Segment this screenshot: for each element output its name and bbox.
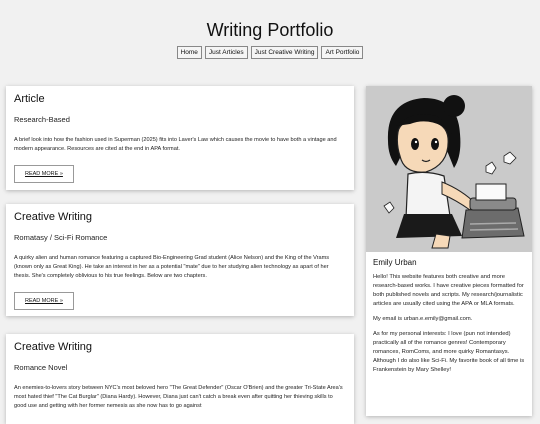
post-summary: An enemies-to-lovers story between NYC's… bbox=[14, 385, 343, 409]
about-text: Hello! This website features both creati… bbox=[373, 273, 525, 375]
post-title: Creative Writing bbox=[14, 211, 93, 223]
about-paragraph: Hello! This website features both creati… bbox=[373, 274, 524, 307]
author-illustration bbox=[366, 86, 532, 252]
read-more-button[interactable]: READ MORE » bbox=[14, 165, 74, 183]
post-summary: A quirky alien and human romance featuri… bbox=[14, 255, 330, 279]
top-nav: Home Just Articles Just Creative Writing… bbox=[0, 46, 540, 59]
post-card: Creative Writing Romance Novel An enemie… bbox=[6, 334, 354, 424]
post-card: Article Research-Based A brief look into… bbox=[6, 86, 354, 190]
nav-home[interactable]: Home bbox=[176, 46, 202, 59]
post-card: Creative Writing Romatasy / Sci-Fi Roman… bbox=[6, 204, 354, 316]
post-title: Article bbox=[14, 93, 45, 105]
about-sidebar: Emily Urban Hello! This website features… bbox=[366, 86, 532, 416]
read-more-button[interactable]: READ MORE » bbox=[14, 292, 74, 310]
page-title: Writing Portfolio bbox=[206, 20, 334, 40]
about-paragraph: As for my personal interests: I love (pu… bbox=[373, 331, 525, 373]
post-title: Creative Writing bbox=[14, 341, 93, 353]
post-subtitle: Romatasy / Sci-Fi Romance bbox=[14, 233, 108, 242]
post-summary: A brief look into how the fashion used i… bbox=[14, 137, 337, 152]
nav-art-portfolio[interactable]: Art Portfolio bbox=[321, 46, 364, 59]
author-name: Emily Urban bbox=[373, 258, 417, 267]
post-subtitle: Research-Based bbox=[14, 115, 70, 124]
nav-just-creative-writing[interactable]: Just Creative Writing bbox=[250, 46, 319, 59]
nav-just-articles[interactable]: Just Articles bbox=[204, 46, 248, 59]
about-email: My email is urban.e.emily@gmail.com. bbox=[373, 316, 473, 322]
post-subtitle: Romance Novel bbox=[14, 363, 68, 372]
